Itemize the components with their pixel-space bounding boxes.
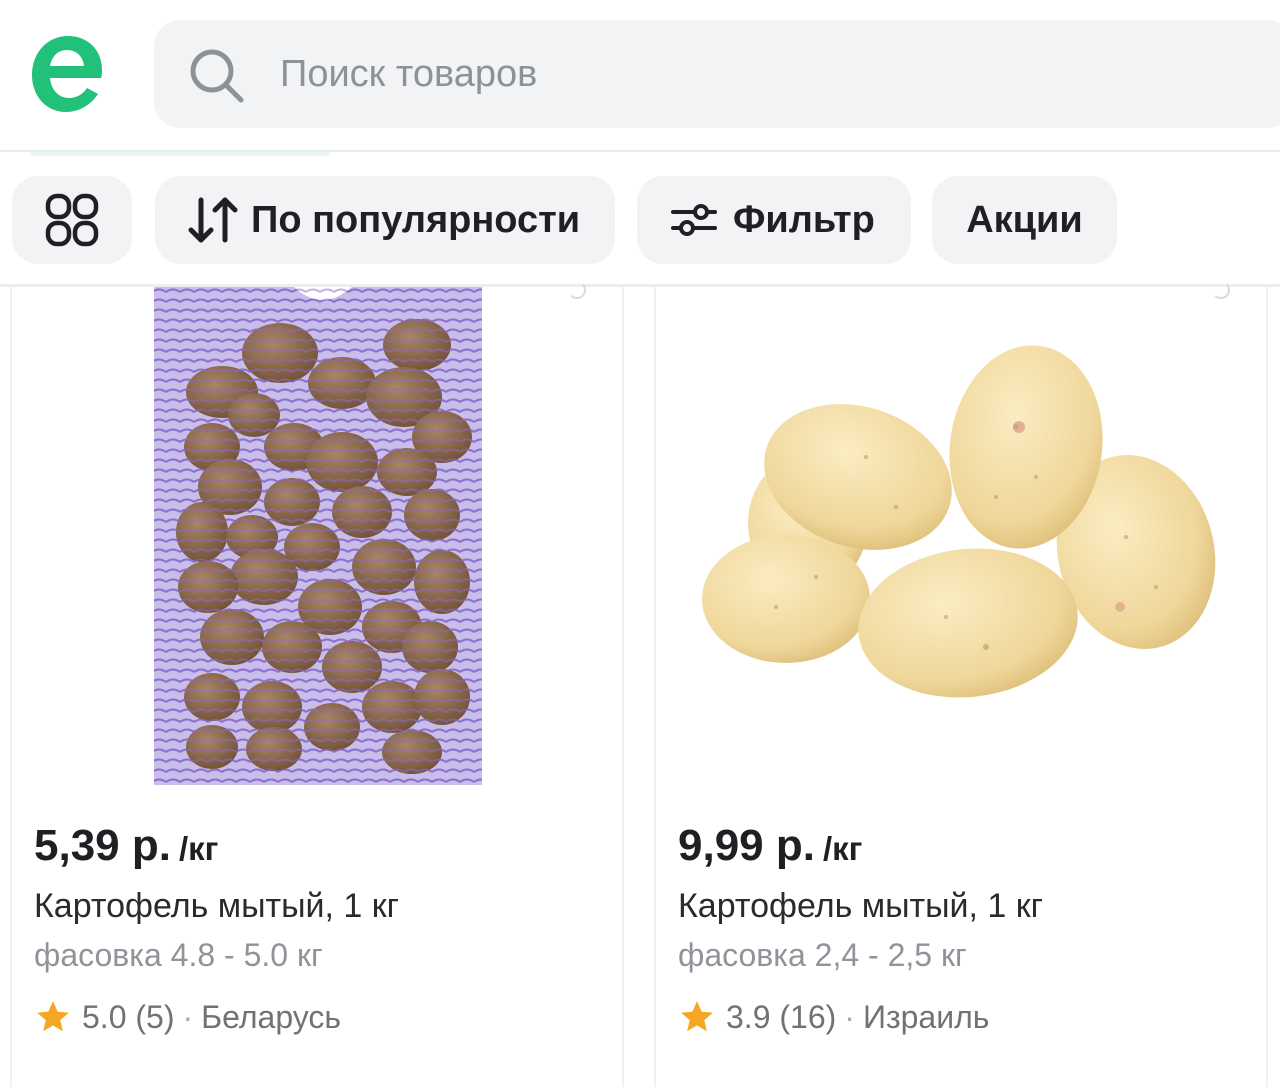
product-pack-size: фасовка 2,4 - 2,5 кг (678, 937, 967, 973)
price-unit: /кг (822, 830, 863, 867)
search-icon (190, 49, 244, 103)
product-price: 9,99 р./кг (678, 821, 862, 871)
sort-label: По популярности (251, 198, 581, 241)
search-input[interactable]: Поиск товаров (280, 50, 537, 98)
grid-view-button[interactable] (12, 176, 132, 264)
rating-value: 3.9 (726, 998, 771, 1035)
product-title[interactable]: Картофель мытый, 1 кг (34, 887, 399, 926)
filter-label: Фильтр (733, 198, 875, 241)
search-bar[interactable]: Поиск товаров (154, 20, 1280, 128)
grid-view-icon (45, 193, 99, 247)
filter-toolbar: По популярности Фильтр Акции (0, 156, 1280, 284)
origin-country: Беларусь (201, 998, 342, 1035)
product-image-potato-net-bag[interactable] (12, 287, 622, 797)
product-title[interactable]: Картофель мытый, 1 кг (678, 887, 1043, 926)
price-value: 5,39 р. (34, 821, 171, 870)
review-count: (16) (779, 998, 837, 1035)
filter-button[interactable]: Фильтр (637, 176, 911, 264)
app-header: Поиск товаров (0, 0, 1280, 150)
sort-arrows-icon (188, 197, 238, 243)
price-unit: /кг (178, 830, 219, 867)
sort-button[interactable]: По популярности (155, 176, 615, 264)
separator-dot: · (844, 998, 855, 1035)
product-rating-row: 5.0 (5) · Беларусь (34, 998, 341, 1036)
product-rating-row: 3.9 (16) · Израиль (678, 998, 989, 1036)
product-card[interactable]: 5,39 р./кг Картофель мытый, 1 кг фасовка… (10, 281, 624, 1087)
filter-sliders-icon (671, 204, 717, 236)
origin-country: Израиль (862, 998, 990, 1035)
star-icon (37, 1001, 69, 1032)
product-card[interactable]: 9,99 р./кг Картофель мытый, 1 кг фасовка… (654, 281, 1268, 1087)
promo-button[interactable]: Акции (932, 176, 1117, 264)
product-pack-size: фасовка 4.8 - 5.0 кг (34, 937, 323, 973)
separator-dot: · (182, 998, 194, 1035)
star-icon (681, 1001, 713, 1032)
promo-label: Акции (966, 198, 1083, 241)
product-price: 5,39 р./кг (34, 821, 218, 871)
rating-value: 5.0 (82, 998, 127, 1035)
review-count: (5) (135, 998, 175, 1035)
price-value: 9,99 р. (678, 821, 815, 870)
logo-icon[interactable] (28, 28, 108, 120)
product-image-washed-potatoes[interactable] (656, 287, 1266, 797)
